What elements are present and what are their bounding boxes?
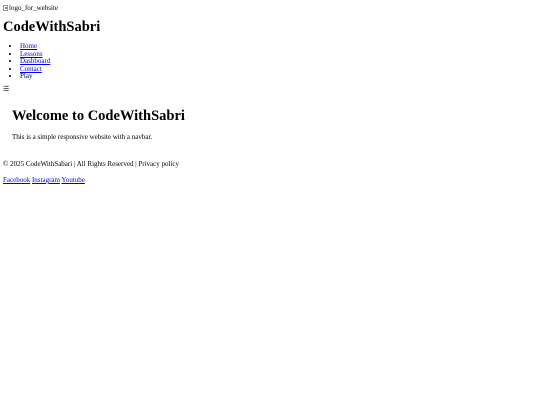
main-nav: Home Lessons Dashboard Contact Play [3, 42, 537, 81]
site-header: logo_for_website CodeWithSabri Home Less… [3, 3, 537, 93]
nav-label-play[interactable]: Play [20, 72, 32, 81]
social-links: Facebook Instagram Youtube [3, 176, 537, 184]
nav-item-lessons: Lessons [20, 50, 537, 59]
hero-title: Welcome to CodeWithSabri [12, 107, 185, 124]
hamburger-menu-icon[interactable]: ☰ [3, 85, 537, 93]
youtube-link[interactable]: Youtube [61, 176, 84, 184]
hero-section: Welcome to CodeWithSabri This is a simpl… [3, 107, 537, 141]
site-title: CodeWithSabri [3, 19, 101, 36]
nav-item-home: Home [20, 42, 537, 51]
site-footer: © 2025 CodeWithSabari | All Rights Reser… [3, 160, 537, 184]
hero-text: This is a simple responsive website with… [12, 132, 153, 141]
nav-item-dashboard: Dashboard [20, 57, 537, 66]
page: logo_for_website CodeWithSabri Home Less… [0, 0, 540, 405]
nav-item-play: Play [20, 73, 537, 81]
footer-copyright: © 2025 CodeWithSabari | All Rights Reser… [3, 159, 180, 168]
facebook-link[interactable]: Facebook [3, 176, 30, 184]
instagram-link[interactable]: Instagram [32, 176, 60, 184]
logo-alt-text: logo_for_website [9, 3, 58, 12]
nav-list: Home Lessons Dashboard Contact Play [3, 42, 537, 81]
logo-image: logo_for_website [3, 3, 58, 13]
nav-item-contact: Contact [20, 65, 537, 74]
broken-image-icon [3, 5, 8, 11]
